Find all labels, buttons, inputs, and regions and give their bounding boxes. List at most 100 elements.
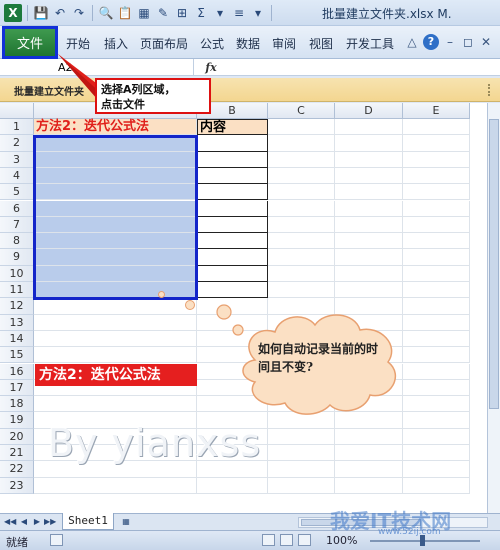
cell-d1[interactable] (335, 119, 403, 136)
cell-e1[interactable] (403, 119, 470, 136)
cell-e14[interactable] (403, 330, 470, 348)
row-header-9[interactable]: 9 (0, 249, 34, 266)
row-header-8[interactable]: 8 (0, 233, 34, 250)
cell-c2[interactable] (268, 135, 335, 152)
next-sheet-icon[interactable]: ▶ (31, 516, 43, 528)
cell-b5[interactable] (197, 184, 268, 201)
cell-d22[interactable] (335, 461, 403, 478)
tab-insert[interactable]: 插入 (104, 35, 128, 52)
row-header-10[interactable]: 10 (0, 265, 34, 282)
cell-e7[interactable] (403, 216, 470, 234)
row-header-5[interactable]: 5 (0, 184, 34, 201)
cell-a11[interactable] (34, 282, 197, 299)
row-header-15[interactable]: 15 (0, 347, 34, 364)
cell-d2[interactable] (335, 135, 403, 152)
cell-a1[interactable]: 方法2：迭代公式法 (34, 119, 197, 136)
cell-c6[interactable] (268, 200, 335, 217)
row-header-3[interactable]: 3 (0, 151, 34, 168)
cell-e18[interactable] (403, 396, 470, 413)
cell-b2[interactable] (197, 135, 268, 152)
cell-d8[interactable] (335, 233, 403, 250)
row-header-1[interactable]: 1 (0, 119, 34, 136)
restore-icon[interactable]: ◻ (460, 33, 476, 51)
grip-handle[interactable] (488, 84, 496, 96)
insert-function-icon[interactable]: fx (200, 59, 222, 76)
row-header-23[interactable]: 23 (0, 477, 34, 494)
row-header-20[interactable]: 20 (0, 428, 34, 445)
cell-c3[interactable] (268, 151, 335, 168)
zoom-level[interactable]: 100% (326, 534, 357, 547)
save-icon[interactable]: 💾 (33, 5, 49, 21)
cell-c5[interactable] (268, 184, 335, 201)
cell-b10[interactable] (197, 265, 268, 282)
tab-home[interactable]: 开始 (66, 35, 90, 52)
redo-icon[interactable]: ↷ (71, 5, 87, 21)
row-header-12[interactable]: 12 (0, 298, 34, 315)
cell-e17[interactable] (403, 379, 470, 397)
page-layout-view-icon[interactable] (280, 534, 293, 546)
cell-e20[interactable] (403, 428, 470, 445)
cell-a3[interactable] (34, 151, 197, 168)
cell-c8[interactable] (268, 233, 335, 250)
cell-d3[interactable] (335, 151, 403, 168)
normal-view-icon[interactable] (262, 534, 275, 546)
row-header-11[interactable]: 11 (0, 282, 34, 299)
cell-b6[interactable] (197, 200, 268, 217)
undo-icon[interactable]: ↶ (52, 5, 68, 21)
cell-c23[interactable] (268, 477, 335, 494)
cell-e11[interactable] (403, 282, 470, 299)
cell-d9[interactable] (335, 249, 403, 266)
cell-b9[interactable] (197, 249, 268, 266)
close-icon[interactable]: ✕ (478, 33, 494, 51)
cell-c21[interactable] (268, 445, 335, 462)
cell-d10[interactable] (335, 265, 403, 282)
cell-a9[interactable] (34, 249, 197, 266)
cell-d20[interactable] (335, 428, 403, 445)
cell-b3[interactable] (197, 151, 268, 168)
cell-c9[interactable] (268, 249, 335, 266)
cell-b7[interactable] (197, 216, 268, 234)
cell-e6[interactable] (403, 200, 470, 217)
last-sheet-icon[interactable]: ▶▶ (44, 516, 56, 528)
vertical-scroll-thumb[interactable] (489, 119, 499, 409)
borders-icon[interactable]: ⊞ (174, 5, 190, 21)
cell-a6[interactable] (34, 200, 197, 217)
tab-data[interactable]: 数据 (236, 35, 260, 52)
row-header-14[interactable]: 14 (0, 330, 34, 348)
cell-e3[interactable] (403, 151, 470, 168)
cell-a4[interactable] (34, 167, 197, 185)
cell-d4[interactable] (335, 167, 403, 185)
cell-e9[interactable] (403, 249, 470, 266)
page-break-view-icon[interactable] (298, 534, 311, 546)
cell-a12[interactable] (34, 298, 197, 315)
row-header-2[interactable]: 2 (0, 135, 34, 152)
prev-sheet-icon[interactable]: ◀ (18, 516, 30, 528)
first-sheet-icon[interactable]: ◀◀ (4, 516, 16, 528)
cell-a8[interactable] (34, 233, 197, 250)
cell-a15[interactable] (34, 347, 197, 364)
cell-e12[interactable] (403, 298, 470, 315)
chevron-down-icon[interactable]: ▾ (212, 5, 228, 21)
cell-c20[interactable] (268, 428, 335, 445)
cell-e2[interactable] (403, 135, 470, 152)
cell-b8[interactable] (197, 233, 268, 250)
cell-c4[interactable] (268, 167, 335, 185)
cell-a18[interactable] (34, 396, 197, 413)
row-header-16[interactable]: 16 (0, 363, 34, 380)
cell-a10[interactable] (34, 265, 197, 282)
cell-e13[interactable] (403, 314, 470, 331)
cell-b1[interactable]: 内容 (197, 119, 268, 136)
help-icon[interactable]: ? (423, 34, 439, 50)
cell-e16[interactable] (403, 363, 470, 380)
cell-e15[interactable] (403, 347, 470, 364)
table-icon[interactable]: ▦ (136, 5, 152, 21)
row-header-7[interactable]: 7 (0, 216, 34, 234)
cell-a13[interactable] (34, 314, 197, 331)
cell-e22[interactable] (403, 461, 470, 478)
row-header-18[interactable]: 18 (0, 396, 34, 413)
paste-icon[interactable]: 📋 (117, 5, 133, 21)
tab-developer[interactable]: 开发工具 (346, 35, 394, 52)
column-header-c[interactable]: C (268, 103, 335, 119)
cell-d7[interactable] (335, 216, 403, 234)
cell-a2[interactable] (34, 135, 197, 152)
